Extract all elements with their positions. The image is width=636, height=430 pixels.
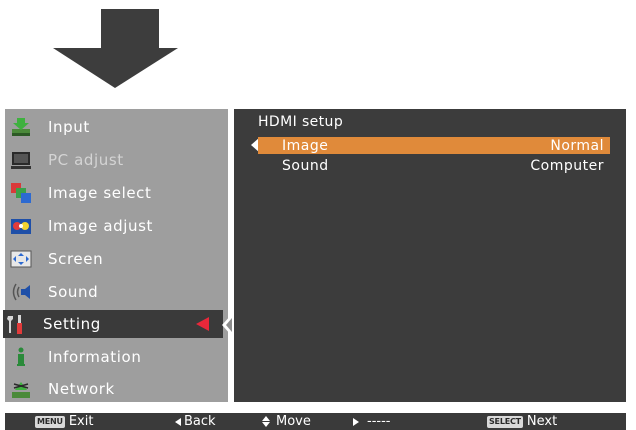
sidebar-item-network[interactable]: Network [5, 372, 228, 405]
sound-icon [10, 281, 32, 303]
sidebar-item-label: Image select [48, 183, 152, 202]
sidebar-item-label: Sound [48, 282, 99, 301]
sidebar-item-label: Setting [43, 315, 101, 333]
selection-marker-icon [196, 317, 209, 331]
sidebar-item-pc-adjust[interactable]: PC adjust [5, 143, 228, 176]
sidebar-item-label: Input [48, 117, 90, 136]
image-select-icon [10, 182, 32, 204]
row-value: Normal [550, 137, 604, 154]
down-arrow-icon [53, 9, 178, 88]
network-icon [10, 378, 32, 400]
sidebar-item-label: Information [48, 347, 142, 366]
footer-right-label: ----- [367, 414, 391, 429]
screen-icon [10, 248, 32, 270]
sidebar-item-label: PC adjust [48, 150, 124, 169]
setting-icon [5, 313, 27, 335]
footer-exit[interactable]: MENU Exit [35, 414, 93, 429]
menu-key-icon: MENU [35, 415, 65, 428]
setting-row-sound[interactable]: Sound Computer [258, 157, 610, 174]
row-value: Computer [530, 157, 604, 174]
sidebar-item-image-select[interactable]: Image select [5, 176, 228, 209]
setting-row-image[interactable]: Image Normal [258, 137, 610, 154]
footer-move[interactable]: Move [262, 414, 311, 429]
sidebar-item-image-adjust[interactable]: Image adjust [5, 209, 228, 242]
left-arrow-icon [175, 417, 181, 426]
sidebar-item-label: Image adjust [48, 216, 154, 235]
footer-exit-label: Exit [68, 414, 94, 429]
panel-title: HDMI setup [258, 114, 344, 130]
footer-next-label: Next [526, 414, 558, 429]
up-down-arrow-icon [262, 416, 271, 427]
sidebar-item-input[interactable]: Input [5, 110, 228, 143]
footer-move-label: Move [276, 414, 311, 429]
footer-back-label: Back [184, 414, 216, 429]
sidebar-item-setting[interactable]: Setting [3, 310, 223, 338]
footer-back[interactable]: Back [175, 414, 216, 429]
right-arrow-icon [353, 417, 359, 426]
sidebar-item-sound[interactable]: Sound [5, 275, 228, 308]
submenu-pointer-inner [226, 318, 232, 332]
pc-adjust-icon [10, 149, 32, 171]
sidebar-item-screen[interactable]: Screen [5, 242, 228, 275]
sidebar-item-information[interactable]: Information [5, 340, 228, 373]
row-label: Sound [282, 157, 329, 174]
row-label: Image [282, 137, 329, 154]
select-key-icon: SELECT [487, 415, 523, 428]
information-icon [10, 346, 32, 368]
footer-right[interactable]: ----- [353, 414, 390, 429]
input-icon [10, 116, 32, 138]
image-adjust-icon [10, 215, 32, 237]
sidebar-item-label: Network [48, 379, 115, 398]
footer-next[interactable]: SELECT Next [487, 414, 557, 429]
sidebar-item-label: Screen [48, 249, 104, 268]
key-guide-bar: MENU Exit Back Move ----- SELECT Next [5, 413, 626, 430]
